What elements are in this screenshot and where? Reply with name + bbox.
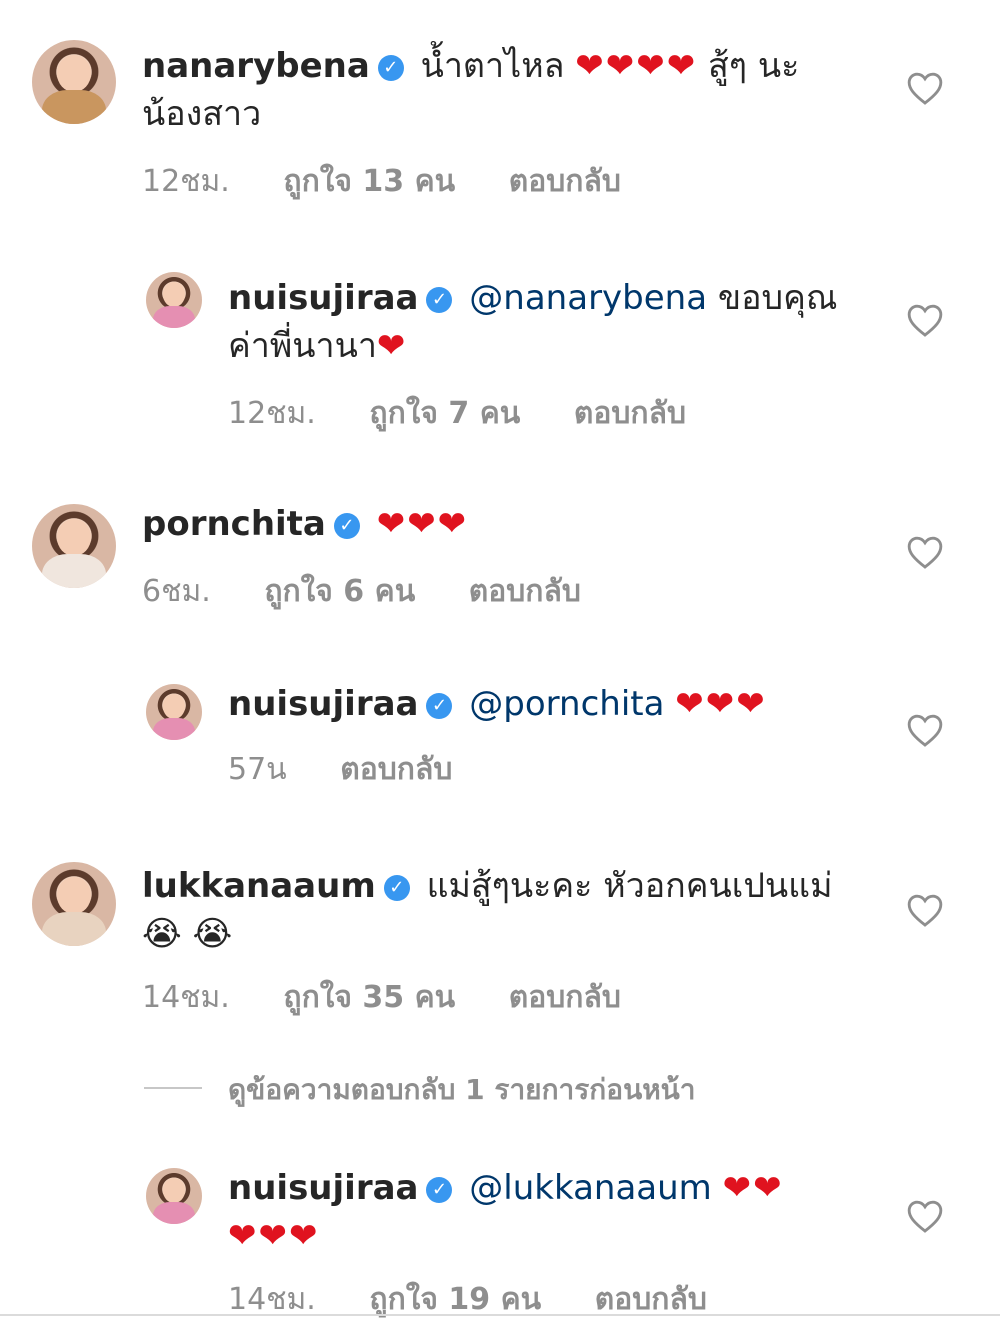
likes-count[interactable]: ถูกใจ 35 คน [283,980,455,1015]
heart-outline-icon[interactable] [906,70,944,106]
bottom-divider [0,1314,1000,1316]
username[interactable]: pornchita [142,504,326,544]
timestamp: 14ชม. [228,1282,316,1317]
comment-body: แม่สู้ๆนะคะ หัวอกคนเปนแม่ [426,866,833,906]
avatar[interactable] [32,862,116,946]
verified-badge-icon: ✓ [333,513,360,539]
view-previous-replies-button[interactable]: ดูข้อความตอบกลับ 1 รายการก่อนหน้า [144,1068,696,1112]
likes-count[interactable]: ถูกใจ 19 คน [369,1282,541,1317]
avatar-body [152,305,196,328]
avatar-face [57,519,91,557]
verified-badge-icon: ✓ [426,287,453,313]
crying-emojis: 😭 😭 [142,914,233,954]
verified-badge-icon: ✓ [377,55,404,81]
timestamp: 6ชม. [142,574,211,609]
heart-emojis: ❤❤❤ [228,1216,320,1256]
heart-emojis: ❤❤❤ [675,684,767,724]
comment-meta: 14ชม. ถูกใจ 35 คน ตอบกลับ [142,974,665,1021]
reply-button[interactable]: ตอบกลับ [574,396,686,431]
comment-text: nanarybena ✓ น้ำตาไหล ❤❤❤❤ สู้ๆ นะน้องสาว [142,42,842,138]
verified-badge-icon: ✓ [426,1177,453,1203]
verified-badge-icon: ✓ [383,875,410,901]
avatar-body [42,912,106,946]
comment-meta: 6ชม. ถูกใจ 6 คน ตอบกลับ [142,568,625,615]
heart-outline-icon[interactable] [906,534,944,570]
username[interactable]: nuisujiraa [228,278,418,318]
likes-count[interactable]: ถูกใจ 6 คน [264,574,415,609]
heart-emojis: ❤ [376,326,408,366]
comment-meta: 57น ตอบกลับ [228,746,496,793]
reply-button[interactable]: ตอบกลับ [595,1282,707,1317]
avatar[interactable] [146,684,202,740]
avatar-body [42,554,106,588]
mention-link[interactable]: @nanarybena [469,278,707,318]
username[interactable]: lukkanaaum [142,866,376,906]
avatar[interactable] [146,272,202,328]
heart-emojis: ❤❤❤❤ [575,46,698,86]
reply-button[interactable]: ตอบกลับ [509,164,621,199]
view-previous-replies-label: ดูข้อความตอบกลับ 1 รายการก่อนหน้า [228,1073,696,1106]
username[interactable]: nuisujiraa [228,684,418,724]
timestamp: 12ชม. [142,164,230,199]
username[interactable]: nuisujiraa [228,1168,418,1208]
mention-link[interactable]: @lukkanaaum [469,1168,712,1208]
avatar-face [57,55,91,93]
likes-count[interactable]: ถูกใจ 7 คน [369,396,520,431]
avatar-body [152,717,196,740]
comment-meta: 12ชม. ถูกใจ 13 คน ตอบกลับ [142,158,665,205]
avatar-face [57,877,91,915]
avatar-body [152,1201,196,1224]
divider-line [144,1087,202,1089]
comment-body: น้ำตาไหล [420,46,565,86]
heart-outline-icon[interactable] [906,1198,944,1234]
username[interactable]: nanarybena [142,46,370,86]
reply-button[interactable]: ตอบกลับ [469,574,581,609]
avatar-body [42,90,106,124]
comment-meta: 12ชม. ถูกใจ 7 คน ตอบกลับ [228,390,730,437]
avatar[interactable] [32,504,116,588]
comment-text: pornchita ✓ ❤❤❤ [142,500,842,548]
timestamp: 14ชม. [142,980,230,1015]
mention-link[interactable]: @pornchita [469,684,664,724]
verified-badge-icon: ✓ [426,693,453,719]
avatar-face [162,282,186,307]
comment-text: nuisujiraa ✓ @lukkanaaum ❤❤ ❤❤❤ [228,1164,848,1260]
avatar-face [162,694,186,719]
heart-emojis: ❤❤ [722,1168,784,1208]
heart-emojis: ❤❤❤ [376,504,469,544]
timestamp: 12ชม. [228,396,316,431]
comment-text: nuisujiraa ✓ @pornchita ❤❤❤ [228,680,868,728]
avatar-face [162,1178,186,1203]
reply-button[interactable]: ตอบกลับ [509,980,621,1015]
heart-outline-icon[interactable] [906,302,944,338]
avatar[interactable] [146,1168,202,1224]
comment-text: lukkanaaum ✓ แม่สู้ๆนะคะ หัวอกคนเปนแม่ 😭 … [142,862,842,958]
comment-text: nuisujiraa ✓ @nanarybena ขอบคุณค่าพี่นานา… [228,274,848,370]
timestamp: 57น [228,752,287,787]
heart-outline-icon[interactable] [906,892,944,928]
avatar[interactable] [32,40,116,124]
heart-outline-icon[interactable] [906,712,944,748]
reply-button[interactable]: ตอบกลับ [340,752,452,787]
likes-count[interactable]: ถูกใจ 13 คน [283,164,455,199]
